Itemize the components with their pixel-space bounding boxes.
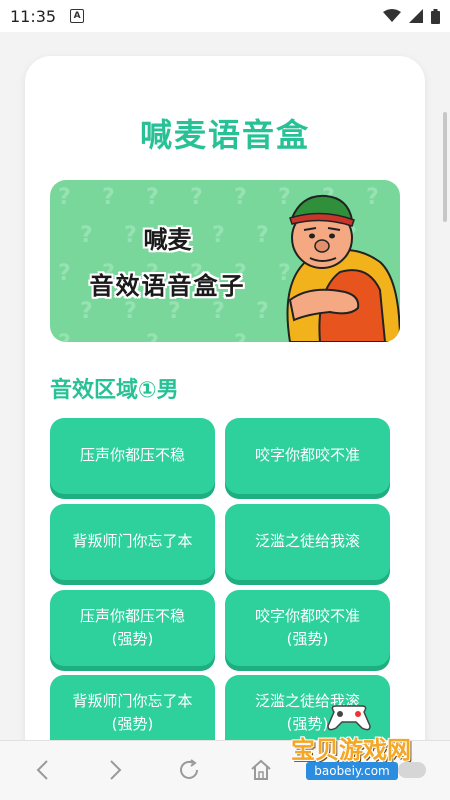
section-title: 音效区域①男 (50, 378, 179, 403)
sound-button[interactable]: 咬字你都咬不准 (强势) (225, 590, 390, 666)
banner: ???????? ??????? ???????? ??????? ??? 喊麦… (50, 180, 400, 342)
forward-icon[interactable] (100, 755, 130, 785)
wifi-icon (383, 9, 401, 22)
svg-text:?: ? (234, 331, 247, 342)
status-icons (383, 8, 440, 24)
svg-text:?: ? (212, 299, 225, 324)
app-title: 喊麦语音盒 (139, 116, 310, 154)
sound-button[interactable]: 咬字你都咬不准 (225, 418, 390, 494)
home-icon[interactable] (246, 755, 276, 785)
svg-text:?: ? (58, 185, 71, 210)
svg-text:?: ? (234, 185, 247, 210)
a-icon: A (70, 9, 85, 23)
refresh-icon[interactable] (174, 755, 204, 785)
signal-icon (409, 9, 423, 23)
sound-button[interactable]: 压声你都压不稳 (50, 418, 215, 494)
svg-text:?: ? (58, 331, 71, 342)
scrollbar[interactable] (443, 112, 447, 222)
game-controller-icon (327, 705, 371, 731)
page: 喊麦语音盒 ???????? ??????? ???????? ??????? … (0, 32, 450, 740)
svg-text:?: ? (146, 331, 159, 342)
cartoon-character-illustration (286, 194, 400, 342)
sound-button[interactable]: 压声你都压不稳 (强势) (50, 590, 215, 666)
svg-text:?: ? (124, 299, 137, 324)
status-bar: 11:35 A (0, 0, 450, 32)
watermark-text: 宝贝游戏网 (291, 736, 411, 764)
svg-text:?: ? (146, 185, 159, 210)
back-icon[interactable] (28, 755, 58, 785)
toggle-switch[interactable] (398, 762, 426, 778)
sound-button[interactable]: 背叛师门你忘了本 (强势) (50, 675, 215, 740)
watermark-logo: 宝贝游戏网 baobeiy.com (276, 700, 426, 790)
svg-text:?: ? (102, 185, 115, 210)
svg-text:?: ? (168, 299, 181, 324)
sound-button[interactable]: 背叛师门你忘了本 (50, 504, 215, 580)
status-time: 11:35 (10, 6, 57, 26)
watermark-url: baobeiy.com (306, 762, 398, 780)
main-card: 喊麦语音盒 ???????? ??????? ???????? ??????? … (25, 56, 425, 740)
svg-text:?: ? (80, 299, 93, 324)
sound-button[interactable]: 泛滥之徒给我滚 (225, 504, 390, 580)
svg-text:?: ? (190, 185, 203, 210)
battery-icon (431, 8, 440, 24)
